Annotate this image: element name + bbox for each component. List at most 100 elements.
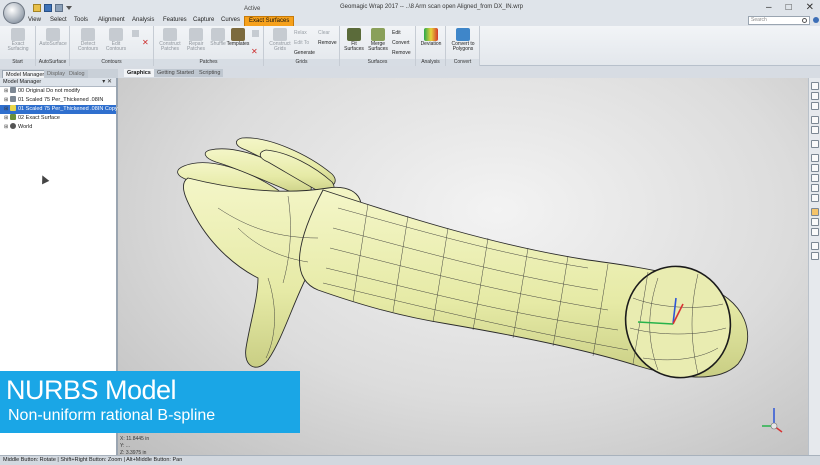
expand-icon[interactable]: ⊞ [4, 114, 9, 123]
edit-surfaces-button[interactable]: Edit [392, 30, 401, 36]
patch-tool-icon[interactable] [252, 30, 259, 37]
view-tool-icon[interactable] [811, 102, 819, 110]
tree-item-selected[interactable]: ⊞ 01 Scaled 75 Per_Thickened .08IN Copy [0, 105, 118, 114]
save-icon[interactable] [44, 4, 52, 12]
tab-dialog[interactable]: Dialog [66, 70, 88, 78]
view-tool-icon[interactable] [811, 154, 819, 162]
tab-alignment[interactable]: Alignment [98, 17, 125, 23]
search-input[interactable]: Search [748, 16, 810, 25]
view-tool-icon[interactable] [811, 164, 819, 172]
view-tool-icon[interactable] [811, 126, 819, 134]
view-tool-icon[interactable] [811, 242, 819, 250]
group-label-convert: Convert [446, 59, 479, 66]
view-tool-icon[interactable] [811, 82, 819, 90]
close-button[interactable]: ✕ [806, 2, 814, 13]
maximize-button[interactable]: □ [786, 2, 792, 13]
templates-button[interactable]: Templates [224, 28, 252, 58]
view-tool-icon[interactable] [811, 116, 819, 124]
delete-contour-icon[interactable]: ✕ [142, 38, 149, 47]
tab-curves[interactable]: Curves [221, 17, 240, 23]
context-group-label: Active [244, 6, 261, 12]
view-tool-icon[interactable] [811, 208, 819, 216]
remove-grids-button[interactable]: Remove [318, 40, 337, 46]
relax-grids-button[interactable]: Relax [294, 30, 307, 36]
tab-select[interactable]: Select [50, 17, 67, 23]
group-label-patches: Patches [154, 59, 263, 66]
status-bar: Middle Button: Rotate | Shift+Right Butt… [0, 455, 820, 465]
tab-features[interactable]: Features [163, 17, 187, 23]
view-tool-icon[interactable] [811, 228, 819, 236]
generate-grids-button[interactable]: Generate [294, 50, 315, 56]
tab-capture[interactable]: Capture [193, 17, 214, 23]
tree-item[interactable]: ⊞ 02 Exact Surface [0, 114, 116, 123]
exact-surfacing-button[interactable]: Exact Surfacing [4, 28, 32, 58]
view-tool-icon[interactable] [811, 194, 819, 202]
group-label-autosurface: AutoSurface [36, 59, 69, 66]
group-patches: Construct Patches Repair Patches Shuffle… [154, 26, 264, 66]
tab-view[interactable]: View [28, 17, 41, 23]
detect-contours-icon [81, 28, 95, 41]
mesh-icon [10, 87, 16, 93]
convert-to-polygons-icon [456, 28, 470, 41]
group-label-start: Start [0, 59, 35, 66]
remove-surfaces-button[interactable]: Remove [392, 50, 411, 56]
convert-surfaces-button[interactable]: Convert [392, 40, 410, 46]
edit-grids-button[interactable]: Edit To [294, 40, 309, 46]
convert-to-polygons-button[interactable]: Convert to Polygons [449, 28, 477, 58]
group-surfaces: Fit Surfaces Merge Surfaces Edit Convert… [340, 26, 416, 66]
merge-surfaces-button[interactable]: Merge Surfaces [364, 28, 392, 58]
open-icon[interactable] [33, 4, 41, 12]
view-tool-icon[interactable] [811, 218, 819, 226]
mesh-icon [10, 96, 16, 102]
repair-patches-icon [189, 28, 203, 41]
tab-analysis[interactable]: Analysis [132, 17, 154, 23]
tree-item[interactable]: ⊞ 01 Scaled 75 Per_Thickened .08IN [0, 96, 116, 105]
detect-contours-button[interactable]: Detect Contours [74, 28, 102, 58]
panel-header: Model Manager ▾ ✕ [0, 78, 116, 87]
tab-exact-surfaces[interactable]: Exact Surfaces [244, 16, 295, 26]
tree-item[interactable]: ⊞ World [0, 123, 116, 132]
group-convert: Convert to Polygons Convert [446, 26, 480, 66]
deviation-button[interactable]: Deviation [417, 28, 445, 58]
clear-grids-button[interactable]: Clear [318, 30, 330, 36]
view-tool-icon[interactable] [811, 174, 819, 182]
construct-grids-button[interactable]: Construct Grids [266, 28, 294, 58]
view-tool-icon[interactable] [811, 184, 819, 192]
undo-icon[interactable] [55, 4, 63, 12]
group-label-surfaces: Surfaces [340, 59, 415, 66]
tab-scripting[interactable]: Scripting [196, 69, 224, 77]
mesh-icon [10, 105, 16, 111]
panel-pin-close-icon[interactable]: ▾ ✕ [102, 78, 112, 87]
expand-icon[interactable]: ⊞ [4, 87, 9, 96]
view-tool-icon[interactable] [811, 140, 819, 148]
exact-surfacing-icon [11, 28, 25, 41]
view-tool-icon[interactable] [811, 252, 819, 260]
window-title: Geomagic Wrap 2017 -- ..\8 Arm scan open… [340, 4, 523, 10]
minimize-button[interactable]: – [766, 2, 772, 13]
expand-icon[interactable]: ⊞ [4, 123, 9, 132]
edit-contours-icon [109, 28, 123, 41]
view-tool-icon[interactable] [811, 92, 819, 100]
search-icon[interactable] [802, 18, 807, 23]
autosurface-button[interactable]: AutoSurface [39, 28, 67, 58]
caption-title: NURBS Model [6, 375, 177, 405]
deviation-icon [424, 28, 438, 41]
coordinate-readout: X: 11.8445 in Y: ... Z: 3.3975 in [120, 436, 150, 456]
qat-dropdown-icon[interactable] [66, 6, 72, 12]
tree-item[interactable]: ⊞ 00 Original Do not modify [0, 87, 116, 96]
edit-contours-button[interactable]: Edit Contours [102, 28, 130, 58]
construct-patches-button[interactable]: Construct Patches [156, 28, 184, 58]
expand-icon[interactable]: ⊞ [4, 105, 9, 114]
tab-model-manager[interactable]: Model Manager [2, 70, 49, 78]
tab-tools[interactable]: Tools [74, 17, 88, 23]
expand-icon[interactable]: ⊞ [4, 96, 9, 105]
group-contours: Detect Contours Edit Contours ✕ Contours [70, 26, 154, 66]
help-icon[interactable] [813, 17, 819, 23]
contour-tool-icon[interactable] [132, 30, 139, 37]
tab-graphics[interactable]: Graphics [124, 69, 154, 77]
app-menu-button[interactable] [3, 2, 25, 24]
delete-patch-icon[interactable]: ✕ [251, 47, 258, 56]
tab-getting-started[interactable]: Getting Started [154, 69, 197, 77]
caption-subtitle: Non-uniform rational B-spline [8, 407, 216, 424]
tab-display[interactable]: Display [44, 70, 69, 78]
